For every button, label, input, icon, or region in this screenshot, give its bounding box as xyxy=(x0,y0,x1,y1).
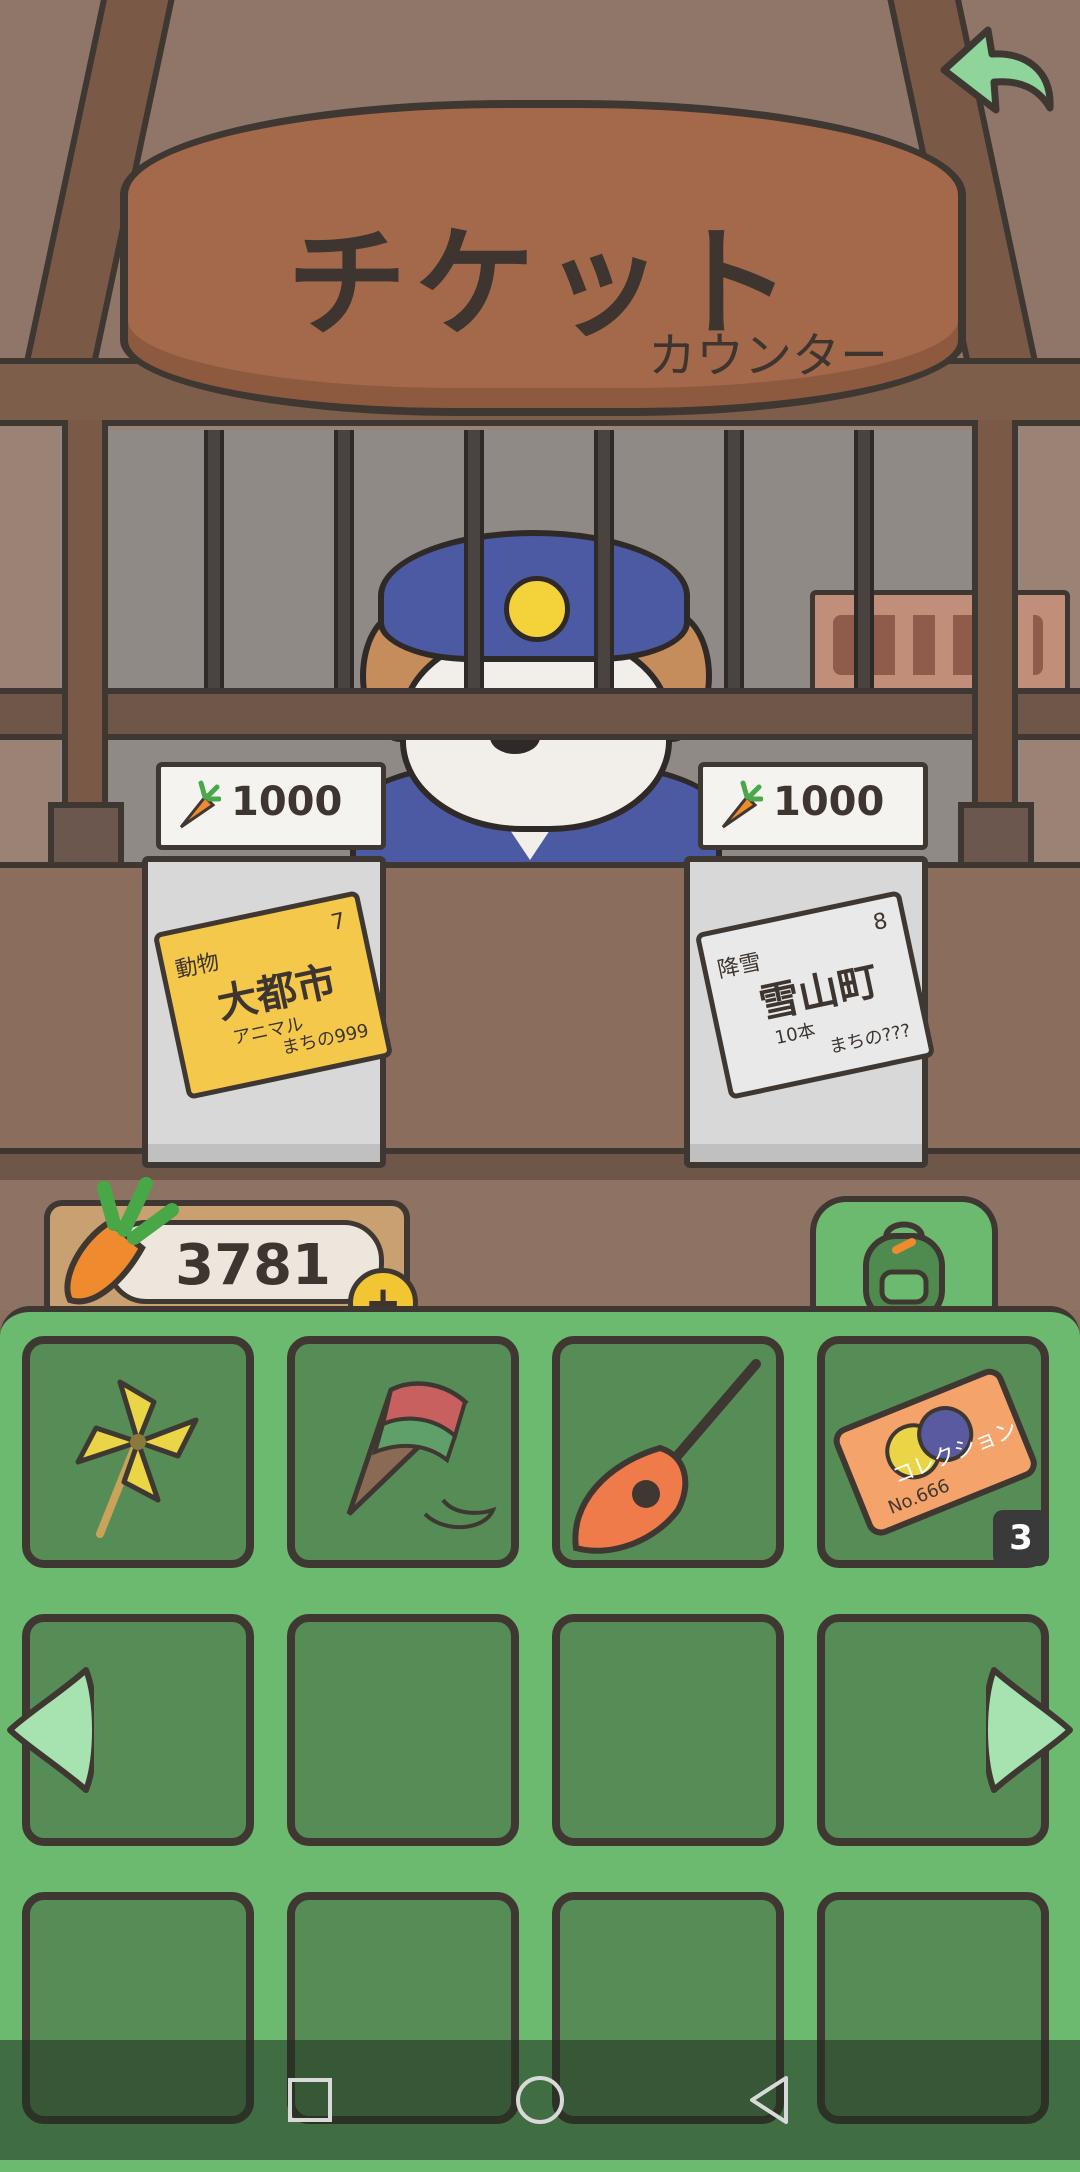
window-bar xyxy=(334,430,354,690)
menu-board xyxy=(810,590,1070,700)
inventory-slot-empty[interactable] xyxy=(552,1614,784,1846)
item-count-badge: 3 xyxy=(993,1510,1049,1566)
inventory-slot-empty[interactable] xyxy=(287,1614,519,1846)
carrot-icon xyxy=(179,780,221,829)
window-bar xyxy=(464,430,484,690)
booth-post-right xyxy=(972,420,1018,856)
ticket-tag: まちの??? xyxy=(827,1020,913,1058)
left-arrow-icon[interactable] xyxy=(4,1660,98,1800)
window-bar xyxy=(204,430,224,690)
guitar-icon xyxy=(572,1359,761,1554)
carrot-count: 3781 xyxy=(175,1233,331,1298)
spinning-top-icon xyxy=(346,1381,497,1529)
window-bar xyxy=(594,430,614,690)
back-arrow-icon[interactable] xyxy=(930,18,1060,128)
ticket-number: 8 xyxy=(870,908,890,937)
sign-subtitle: カウンター xyxy=(647,328,888,384)
inventory-slot-pinwheel[interactable] xyxy=(22,1336,254,1568)
ticket-counter-sign: チケット カウンター xyxy=(120,100,966,416)
inventory-slot-guitar[interactable] xyxy=(552,1336,784,1568)
ticket-card[interactable]: 降雪 8 雪山町 10本 まちの??? xyxy=(694,890,936,1100)
ticket-destination: 雪山町 xyxy=(755,958,883,1029)
recents-square-icon[interactable] xyxy=(280,2070,340,2130)
inventory-slot-spinning-top[interactable] xyxy=(287,1336,519,1568)
ticket-price: 1000 xyxy=(231,779,343,825)
home-circle-icon[interactable] xyxy=(510,2070,570,2130)
carrot-icon xyxy=(721,780,763,829)
booth-post-left xyxy=(62,420,108,856)
window-bar xyxy=(854,430,874,690)
back-triangle-icon[interactable] xyxy=(740,2070,800,2130)
hat-badge xyxy=(504,576,570,642)
window-rail xyxy=(0,688,1080,740)
inventory-slot-collection-ticket[interactable]: No.666 コレクション 3 xyxy=(817,1336,1049,1568)
ticket-price: 1000 xyxy=(773,779,885,825)
ticket-price-tag: 1000 xyxy=(698,762,928,850)
ticket-stand[interactable]: 降雪 8 雪山町 10本 まちの??? xyxy=(684,856,936,1168)
ticket-number: 7 xyxy=(328,908,348,937)
ticket-price-tag: 1000 xyxy=(156,762,386,850)
carrot-icon xyxy=(64,1177,179,1305)
system-navigation-bar xyxy=(0,2040,1080,2160)
right-arrow-icon[interactable] xyxy=(982,1660,1076,1800)
window-bar xyxy=(724,430,744,690)
ticket-card[interactable]: 動物 7 大都市 アニマル まちの999 xyxy=(152,890,394,1100)
pinwheel-icon xyxy=(75,1379,199,1538)
ticket-stand[interactable]: 動物 7 大都市 アニマル まちの999 xyxy=(142,856,394,1168)
ticket-counter-scene: チケット カウンター 1000 動物 7 大都市 アニマル まちの999 100… xyxy=(0,0,1080,2172)
dog-hat xyxy=(378,530,690,662)
